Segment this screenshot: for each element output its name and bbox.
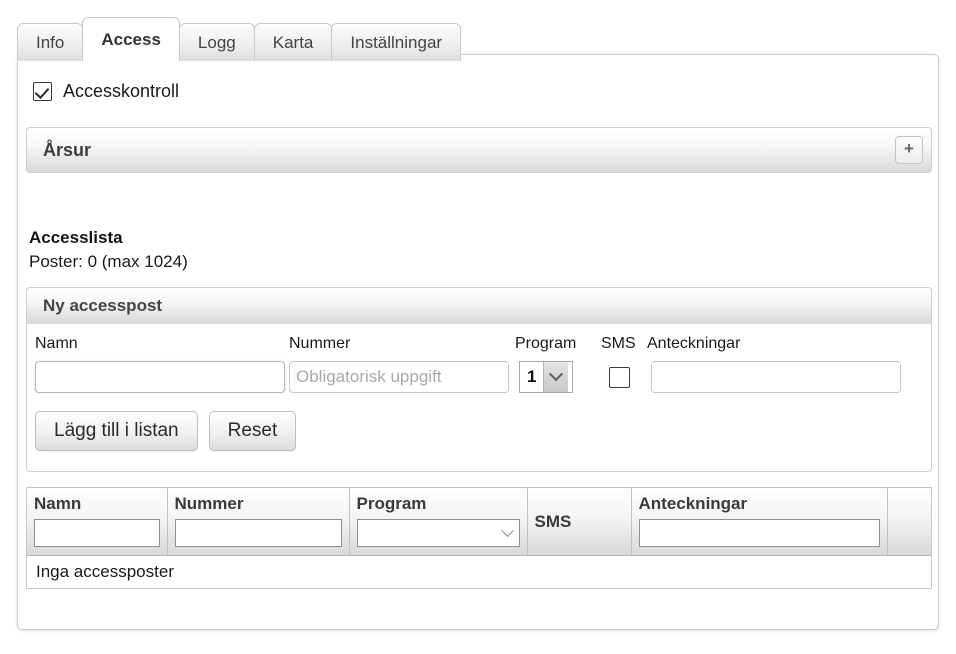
label-anteckningar: Anteckningar: [647, 335, 741, 352]
tab-label: Inställningar: [350, 32, 443, 52]
tab-access[interactable]: Access: [82, 17, 180, 61]
column-label: Anteckningar: [638, 494, 748, 513]
column-sms: SMS: [527, 488, 632, 556]
filter-program-select[interactable]: [356, 519, 520, 547]
tab-label: Info: [36, 32, 65, 52]
tab-label: Access: [101, 29, 161, 49]
reset-button[interactable]: Reset: [208, 411, 297, 451]
access-control-row[interactable]: Accesskontroll: [33, 81, 179, 102]
program-select[interactable]: 1: [519, 361, 573, 393]
column-anteckningar: Anteckningar: [631, 488, 888, 556]
label-nummer: Nummer: [289, 335, 351, 352]
column-label: Program: [356, 494, 427, 513]
chevron-down-icon: [500, 523, 514, 537]
new-entry-form: Ny accesspost Namn Nummer Program SMS An…: [26, 287, 932, 472]
anteckningar-input[interactable]: [651, 361, 901, 393]
tab-installningar[interactable]: Inställningar: [331, 23, 462, 61]
access-list-count: Poster: 0 (max 1024): [29, 252, 188, 271]
tab-label: Logg: [197, 32, 236, 52]
tab-bar: Info Access Logg Karta Inställningar: [17, 11, 462, 61]
column-actions: [887, 488, 931, 556]
chevron-down-icon: [543, 362, 569, 392]
label-program: Program: [515, 335, 577, 352]
column-label: SMS: [534, 511, 572, 531]
filter-nummer-input[interactable]: [174, 519, 342, 547]
access-list-title: Accesslista: [29, 228, 123, 247]
sms-checkbox[interactable]: [609, 367, 630, 388]
tab-karta[interactable]: Karta: [253, 23, 333, 61]
add-to-list-button[interactable]: Lägg till i listan: [35, 411, 198, 451]
yearclock-panel: Årsur +: [26, 127, 932, 173]
yearclock-header[interactable]: Årsur +: [27, 128, 931, 172]
access-entries-table: Namn Nummer Program SMS Anteckningar Ing…: [26, 487, 932, 589]
column-label: Namn: [34, 494, 82, 513]
column-label: Nummer: [174, 494, 244, 513]
access-panel: Accesskontroll Årsur + Accesslista Poste…: [17, 54, 939, 630]
label-namn: Namn: [35, 335, 78, 352]
tab-label: Karta: [272, 32, 314, 52]
filter-anteckningar-input[interactable]: [638, 519, 880, 547]
access-control-checkbox[interactable]: [33, 82, 52, 101]
tab-info[interactable]: Info: [17, 23, 84, 61]
label-sms: SMS: [601, 335, 636, 352]
plus-icon[interactable]: +: [895, 136, 923, 164]
new-entry-header: Ny accesspost: [27, 288, 931, 324]
column-namn: Namn: [27, 488, 168, 556]
empty-state-row: Inga accessposter: [27, 555, 931, 588]
column-program: Program: [349, 488, 528, 556]
new-entry-labels: Namn Nummer Program SMS Anteckningar: [27, 335, 931, 359]
table-header-row: Namn Nummer Program SMS Anteckningar: [27, 488, 931, 556]
namn-input[interactable]: [35, 361, 285, 393]
program-select-value: 1: [527, 367, 537, 386]
access-control-label: Accesskontroll: [63, 81, 180, 101]
column-nummer: Nummer: [167, 488, 350, 556]
nummer-input[interactable]: [289, 361, 509, 393]
yearclock-title: Årsur: [43, 139, 92, 160]
new-entry-buttons: Lägg till i listan Reset: [35, 411, 297, 451]
empty-state-message: Inga accessposter: [27, 555, 931, 588]
filter-namn-input[interactable]: [34, 519, 160, 547]
tab-logg[interactable]: Logg: [178, 23, 255, 61]
new-entry-fields: 1: [27, 361, 931, 395]
